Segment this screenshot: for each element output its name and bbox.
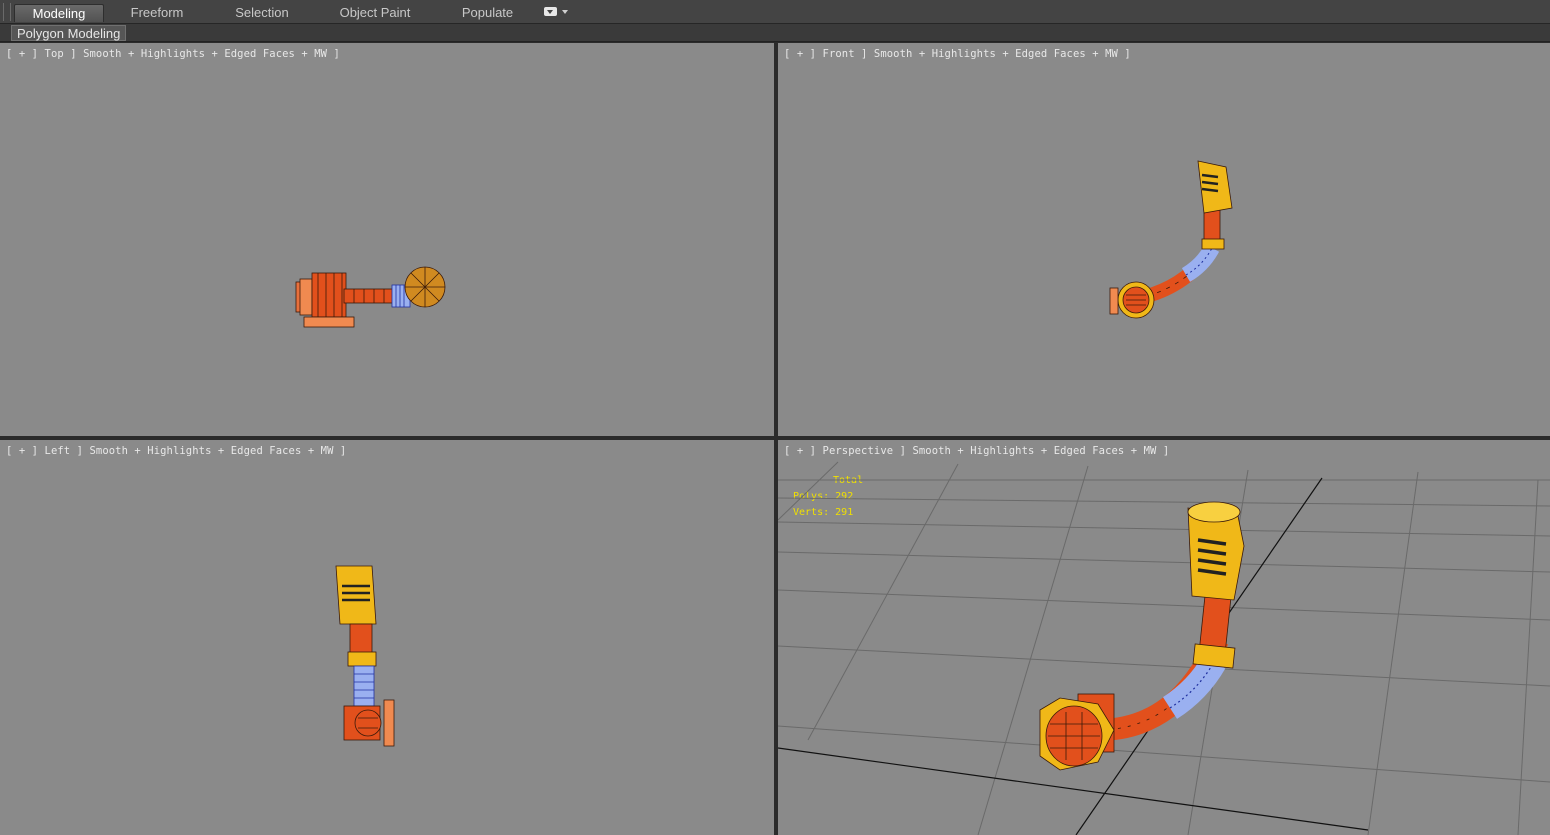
- ribbon-options-button[interactable]: [544, 6, 570, 18]
- tab-selection[interactable]: Selection: [222, 4, 302, 22]
- chevron-down-icon: [562, 10, 568, 14]
- viewport-perspective[interactable]: [ + ] Perspective ] Smooth + Highlights …: [778, 440, 1550, 835]
- viewport-top[interactable]: [ + ] Top ] Smooth + Highlights + Edged …: [0, 43, 774, 436]
- tab-modeling[interactable]: Modeling: [14, 4, 104, 22]
- viewport-left[interactable]: [ + ] Left ] Smooth + Highlights + Edged…: [0, 440, 774, 835]
- ribbon-tab-bar: Modeling Freeform Selection Object Paint…: [0, 0, 1550, 24]
- tab-populate[interactable]: Populate: [450, 4, 525, 22]
- pipe-model-left-view: [335, 565, 395, 747]
- viewport-front[interactable]: [ + ] Front ] Smooth + Highlights + Edge…: [778, 43, 1550, 436]
- perspective-scene: [778, 461, 1550, 835]
- polygon-modeling-panel-button[interactable]: Polygon Modeling: [11, 25, 127, 41]
- pipe-model-front-view: [1109, 160, 1233, 319]
- tab-object-paint[interactable]: Object Paint: [330, 4, 420, 22]
- pipe-model-top-view: [295, 266, 446, 328]
- tab-freeform[interactable]: Freeform: [117, 4, 197, 22]
- ribbon-panel-bar: Polygon Modeling: [0, 24, 1550, 42]
- ribbon-grip-handle[interactable]: [3, 3, 11, 21]
- dropdown-toggle-icon: [544, 7, 557, 16]
- pipe-model-perspective: [1039, 501, 1245, 771]
- home-grid: [778, 461, 1550, 835]
